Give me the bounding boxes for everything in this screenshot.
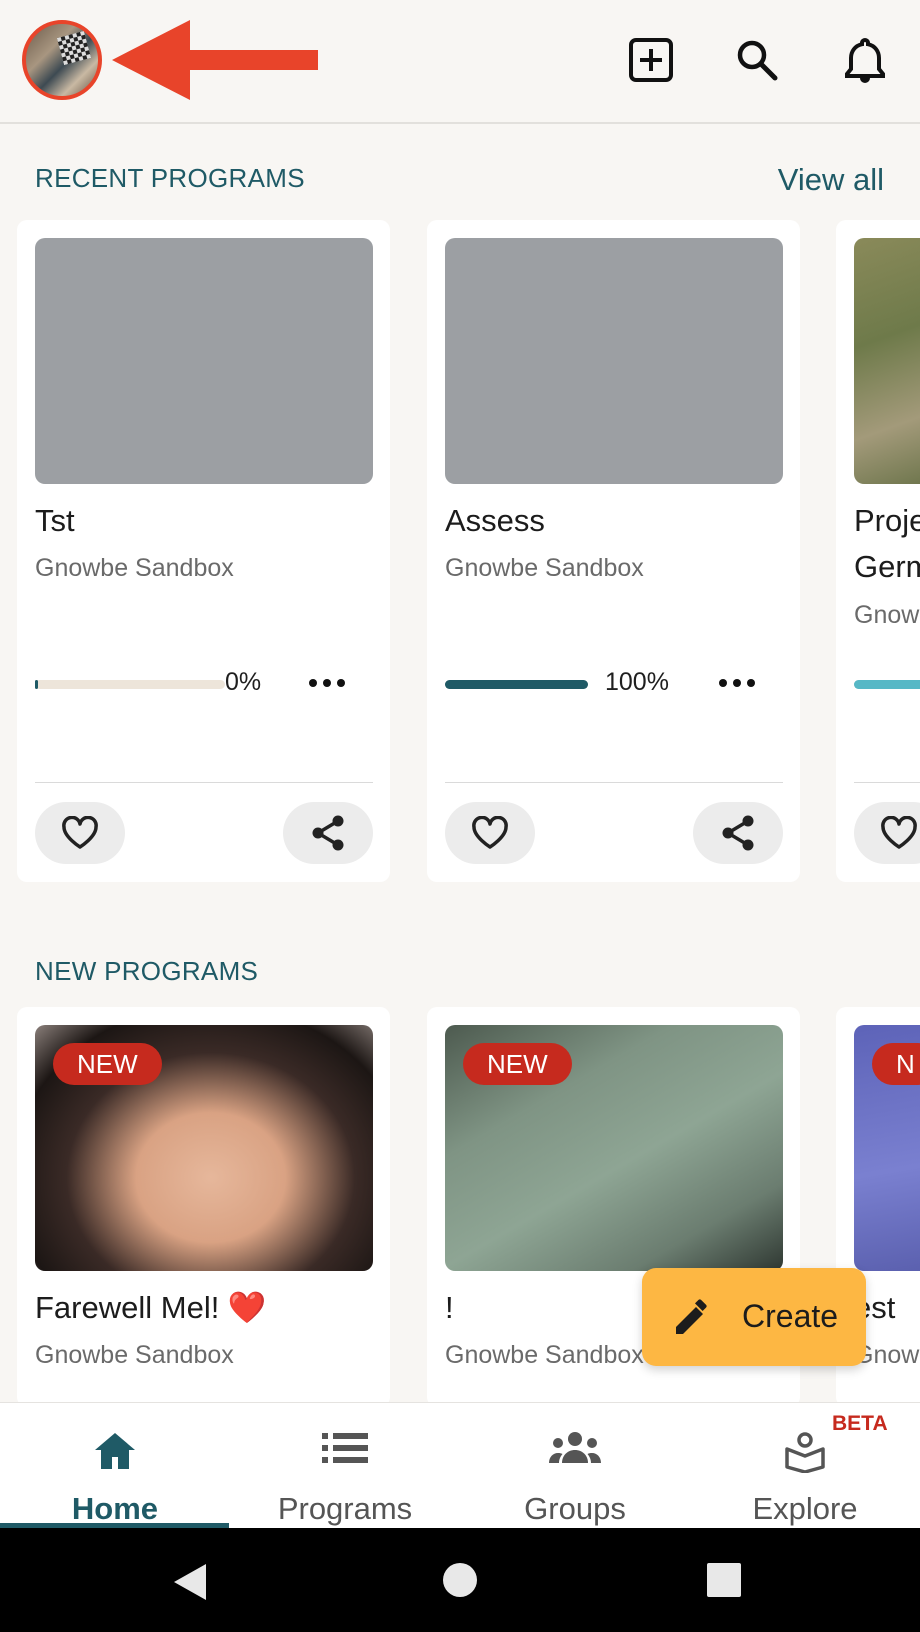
program-org: Gnowbe Sandbox [35, 1341, 234, 1369]
pencil-icon [676, 1299, 707, 1334]
program-thumbnail: NEW [445, 1025, 783, 1271]
back-icon[interactable] [172, 1562, 208, 1602]
new-badge: NEW [463, 1043, 572, 1085]
nav-home[interactable]: Home [0, 1403, 230, 1529]
share-button[interactable] [283, 802, 373, 864]
progress-fill [854, 680, 920, 689]
program-org: Gnowbe Sandbox [445, 554, 644, 582]
program-org: Gnowbe Sandbox [445, 1341, 644, 1369]
card-divider [35, 782, 373, 783]
search-icon[interactable] [729, 32, 785, 88]
avatar-photo-detail [56, 30, 92, 66]
nav-programs-label: Programs [277, 1491, 413, 1526]
home-button-icon[interactable] [442, 1562, 478, 1598]
add-box-icon[interactable] [623, 32, 679, 88]
home-icon [95, 1433, 135, 1469]
program-thumbnail [854, 238, 920, 484]
program-title: Proje [854, 503, 920, 538]
new-programs-heading: NEW PROGRAMS [35, 956, 259, 986]
nav-home-label: Home [71, 1491, 159, 1526]
nav-groups-label: Groups [524, 1491, 626, 1526]
program-thumbnail: NEW [35, 1025, 373, 1271]
groups-icon [549, 1432, 601, 1463]
nav-groups[interactable]: Groups [460, 1403, 690, 1529]
program-card[interactable]: Tst Gnowbe Sandbox 0% [17, 220, 390, 882]
create-button[interactable]: Create [642, 1268, 866, 1366]
like-button[interactable] [445, 802, 535, 864]
new-badge: N [872, 1043, 920, 1085]
profile-avatar[interactable] [22, 20, 102, 100]
share-icon [722, 815, 754, 851]
like-button[interactable] [854, 802, 920, 864]
explore-icon [785, 1432, 825, 1473]
program-card[interactable]: Proje Germ Gnow [836, 220, 920, 882]
progress-fill [35, 680, 38, 689]
card-divider [445, 782, 783, 783]
share-button[interactable] [693, 802, 783, 864]
program-title: ! [445, 1290, 454, 1325]
progress-bar [445, 680, 588, 689]
recent-programs-heading: RECENT PROGRAMS [35, 163, 305, 193]
progress-fill [445, 680, 588, 689]
program-org: Gnowbe Sandbox [35, 554, 234, 582]
program-card[interactable]: NEW Farewell Mel! ❤️ Gnowbe Sandbox [17, 1007, 390, 1407]
program-thumbnail [35, 238, 373, 484]
create-label: Create [742, 1298, 839, 1334]
program-org: Gnow [854, 601, 920, 629]
heart-icon [62, 816, 98, 849]
view-all-link[interactable]: View all [778, 162, 884, 198]
nav-programs[interactable]: Programs [230, 1403, 460, 1529]
recents-icon[interactable] [707, 1563, 741, 1597]
progress-bar [854, 680, 920, 689]
program-title: Tst [35, 503, 75, 538]
more-options-icon[interactable] [307, 668, 347, 698]
progress-percent: 100% [605, 668, 669, 696]
program-thumbnail: N [854, 1025, 920, 1271]
beta-badge: BETA [832, 1412, 888, 1435]
heart-icon [881, 816, 917, 849]
new-badge: NEW [53, 1043, 162, 1085]
program-title: Farewell Mel! ❤️ [35, 1290, 267, 1325]
more-options-icon[interactable] [717, 668, 757, 698]
progress-bar [35, 680, 225, 689]
program-title-line2: Germ [854, 549, 920, 584]
share-icon [312, 815, 344, 851]
nav-explore-label: Explore [752, 1491, 858, 1526]
program-card[interactable]: Assess Gnowbe Sandbox 100% [427, 220, 800, 882]
like-button[interactable] [35, 802, 125, 864]
top-app-bar [0, 0, 920, 124]
heart-icon [472, 816, 508, 849]
list-icon [322, 1433, 368, 1463]
bottom-navigation: Home Programs Groups Explore [0, 1402, 920, 1529]
card-divider [854, 782, 920, 783]
program-title: Assess [445, 503, 545, 538]
red-arrow-annotation [112, 20, 318, 100]
bell-icon[interactable] [837, 32, 893, 88]
progress-percent: 0% [225, 668, 262, 696]
program-thumbnail [445, 238, 783, 484]
system-navigation-bar [0, 1528, 920, 1632]
